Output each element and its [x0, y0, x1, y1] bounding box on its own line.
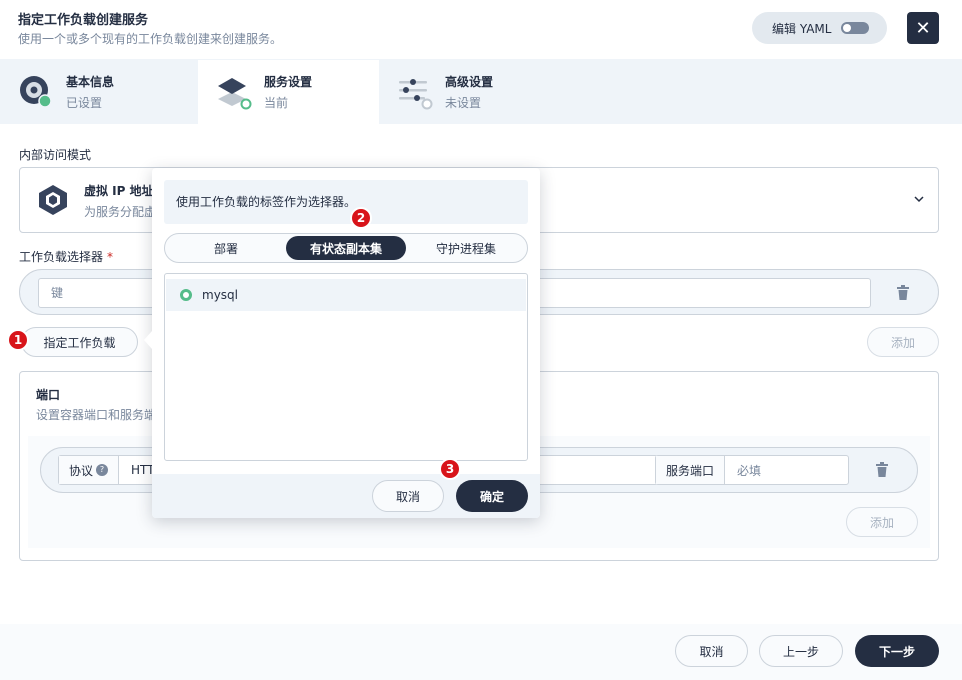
service-port-label: 服务端口 [656, 456, 726, 484]
toggle-switch-icon[interactable] [841, 22, 869, 34]
step-name: 服务设置 [264, 75, 313, 89]
modal-title: 指定工作负载创建服务 [18, 13, 149, 28]
specify-workload-button[interactable]: 指定工作负载 [21, 327, 138, 357]
step-status: 当前 [264, 96, 289, 110]
step-name: 高级设置 [445, 75, 494, 89]
step-status: 未设置 [445, 96, 482, 110]
next-step-button[interactable]: 下一步 [855, 635, 939, 667]
popover-hint: 使用工作负载的标签作为选择器。 [164, 180, 528, 224]
close-icon: ✕ [915, 17, 931, 39]
modal-subtitle: 使用一个或多个现有的工作负载创建来创建服务。 [18, 32, 283, 46]
ports-title: 端口 [36, 388, 61, 402]
status-dot-icon [180, 289, 192, 301]
help-icon[interactable]: ? [96, 464, 109, 476]
popover-arrow [144, 331, 152, 349]
disc-icon [20, 76, 52, 108]
popover-footer: 取消 确定 [152, 474, 540, 518]
workload-selector-text: 工作负载选择器 [19, 250, 104, 264]
protocol-label: 协议? [59, 456, 120, 484]
protocol-label-text: 协议 [69, 463, 94, 478]
add-selector-button[interactable]: 添加 [867, 327, 939, 357]
edit-yaml-toggle[interactable]: 编辑 YAML [752, 12, 887, 44]
access-mode-name: 虚拟 IP 地址 [84, 184, 154, 198]
list-item[interactable]: mysql [166, 279, 526, 311]
workload-list: mysql [164, 273, 528, 461]
step-status: 已设置 [66, 96, 103, 110]
popover-confirm-button[interactable]: 确定 [456, 480, 528, 512]
access-mode-desc: 为服务分配虚 [84, 205, 157, 219]
trash-icon[interactable] [875, 462, 889, 478]
workload-selector-label: 工作负载选择器 * [19, 248, 113, 265]
workload-type-tabs: 部署 有状态副本集 守护进程集 [164, 233, 528, 263]
step-badge-2: 2 [350, 207, 372, 229]
layers-icon [218, 78, 252, 110]
cube-icon [39, 185, 67, 215]
ports-desc: 设置容器端口和服务端 [36, 408, 157, 422]
cancel-button[interactable]: 取消 [675, 635, 748, 667]
protocol-value: HTT [131, 463, 155, 477]
previous-step-button[interactable]: 上一步 [759, 635, 843, 667]
chevron-down-icon[interactable] [914, 194, 924, 204]
modal-footer: 取消 上一步 下一步 [0, 624, 962, 680]
step-badge-1: 1 [7, 329, 29, 351]
service-port-field[interactable]: 服务端口 必填 [655, 455, 849, 485]
edit-yaml-label: 编辑 YAML [772, 21, 832, 36]
step-badge-3: 3 [439, 458, 461, 480]
add-port-button[interactable]: 添加 [846, 507, 918, 537]
modal-header: 指定工作负载创建服务 使用一个或多个现有的工作负载创建来创建服务。 编辑 YAM… [0, 0, 962, 60]
service-port-placeholder: 必填 [737, 463, 762, 478]
required-mark: * [107, 250, 114, 264]
step-advanced-settings[interactable]: 高级设置 未设置 [379, 60, 579, 124]
step-service-settings[interactable]: 服务设置 当前 [198, 60, 379, 124]
step-tabs: 基本信息 已设置 服务设置 当前 高级设置 未设置 [0, 60, 962, 124]
tab-daemonsets[interactable]: 守护进程集 [407, 236, 525, 260]
sliders-icon [399, 79, 433, 110]
popover-cancel-button[interactable]: 取消 [372, 480, 444, 512]
trash-icon[interactable] [896, 285, 910, 301]
tab-statefulsets[interactable]: 有状态副本集 [286, 236, 406, 260]
close-button[interactable]: ✕ [907, 12, 939, 44]
step-basic-info[interactable]: 基本信息 已设置 [0, 60, 198, 124]
workload-picker-popover: 使用工作负载的标签作为选择器。 部署 有状态副本集 守护进程集 mysql 取消… [144, 168, 540, 518]
tab-deployments[interactable]: 部署 [167, 236, 285, 260]
workload-name: mysql [202, 288, 238, 302]
step-name: 基本信息 [66, 75, 115, 89]
access-mode-label: 内部访问模式 [19, 148, 92, 162]
